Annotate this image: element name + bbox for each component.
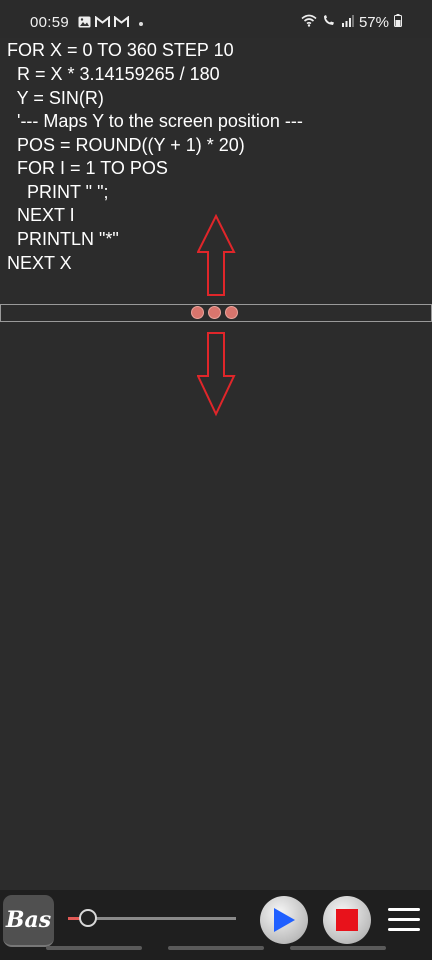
play-icon xyxy=(274,908,295,932)
code-line: '--- Maps Y to the screen position --- xyxy=(7,111,303,131)
code-line: NEXT I xyxy=(7,205,75,225)
menu-button[interactable] xyxy=(388,908,420,934)
grip-dot-icon xyxy=(191,306,204,319)
battery-text: 57% xyxy=(358,14,389,31)
signal-icon xyxy=(341,14,354,31)
wifi-icon xyxy=(301,14,317,31)
code-editor[interactable]: FOR X = 0 TO 360 STEP 10 R = X * 3.14159… xyxy=(0,38,432,304)
nav-pill xyxy=(290,946,386,950)
status-time: 00:59 xyxy=(30,14,70,31)
output-console[interactable] xyxy=(0,322,432,890)
bas-logo-button[interactable]: Bas xyxy=(3,895,54,947)
pane-splitter-handle[interactable] xyxy=(0,304,432,322)
code-line: FOR X = 0 TO 360 STEP 10 xyxy=(7,40,234,60)
run-button[interactable] xyxy=(260,896,308,944)
stop-button[interactable] xyxy=(323,896,371,944)
code-line: NEXT X xyxy=(7,253,72,273)
bottom-toolbar: Bas xyxy=(0,890,432,960)
code-line: PRINT " "; xyxy=(7,182,109,202)
code-line: POS = ROUND((Y + 1) * 20) xyxy=(7,135,245,155)
hamburger-line-icon xyxy=(388,918,420,921)
call-icon xyxy=(322,14,336,31)
code-line: R = X * 3.14159265 / 180 xyxy=(7,64,220,84)
hamburger-line-icon xyxy=(388,928,420,931)
battery-icon xyxy=(394,14,402,31)
nav-pill xyxy=(46,946,142,950)
status-bar: 00:59 57% xyxy=(0,0,432,38)
code-line: Y = SIN(R) xyxy=(7,88,104,108)
grip-dot-icon xyxy=(225,306,238,319)
arrow-up-icon xyxy=(197,214,236,296)
grip-dot-icon xyxy=(208,306,221,319)
nav-pill xyxy=(168,946,264,950)
stop-icon xyxy=(336,909,358,931)
speed-slider-thumb[interactable] xyxy=(79,909,97,927)
hamburger-line-icon xyxy=(388,908,420,911)
code-line: FOR I = 1 TO POS xyxy=(7,158,168,178)
gmail-icon xyxy=(95,15,110,33)
gmail-icon xyxy=(114,15,129,33)
arrow-down-icon xyxy=(197,332,236,417)
code-line: PRINTLN "*" xyxy=(7,229,119,249)
notification-dot-icon xyxy=(139,22,143,26)
gallery-icon xyxy=(78,15,91,33)
